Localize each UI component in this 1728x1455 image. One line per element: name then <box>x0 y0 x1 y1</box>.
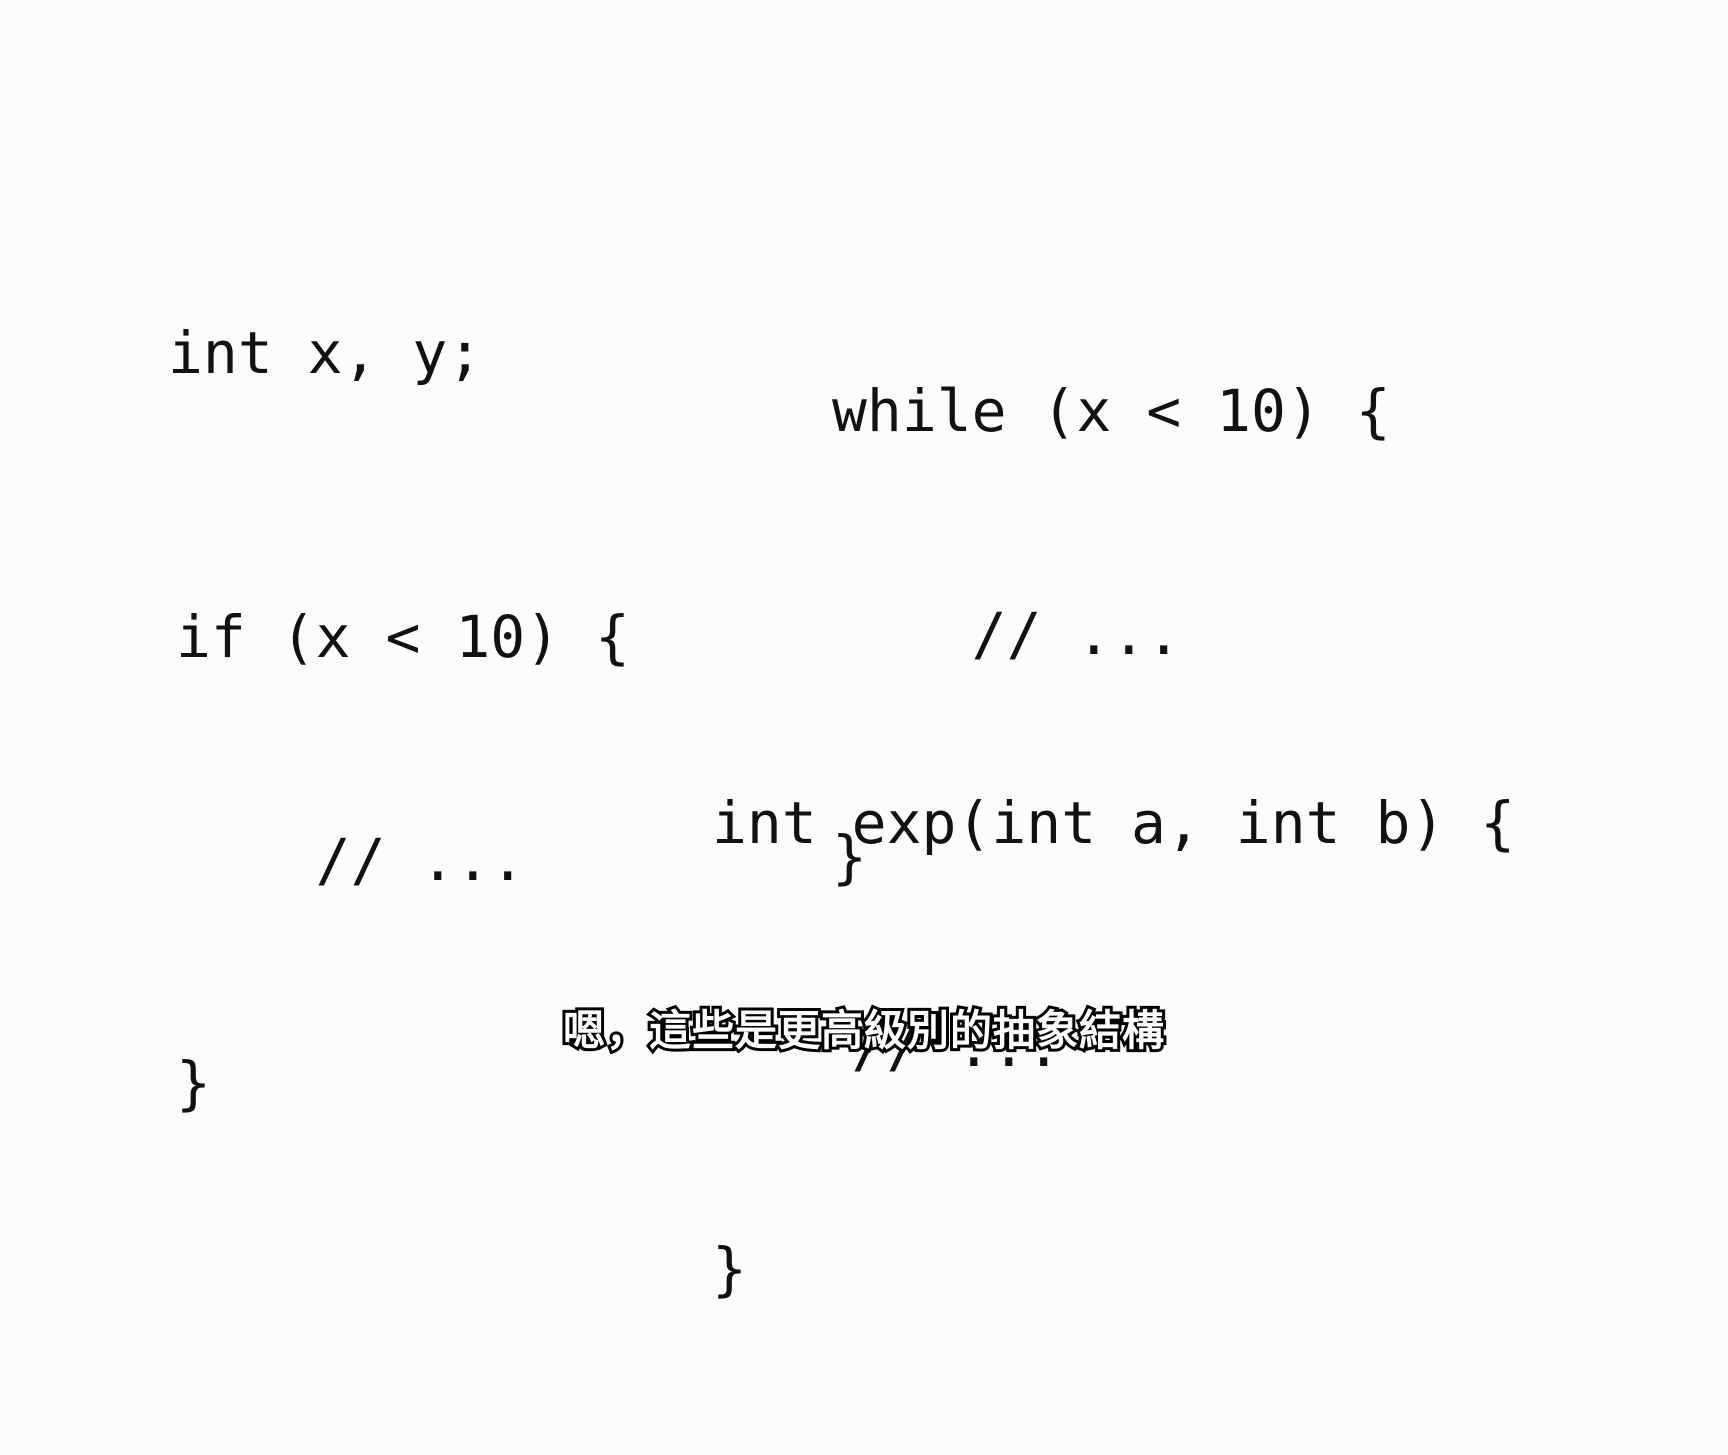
code-block-function-definition: int exp(int a, int b) { // ... } <box>712 638 1515 1455</box>
code-block-if-statement: if (x < 10) { // ... } <box>176 452 630 1269</box>
code-line: } <box>712 1234 747 1303</box>
slide-canvas: int x, y; while (x < 10) { // ... } if (… <box>0 0 1728 1303</box>
code-line: } <box>176 1048 211 1117</box>
code-line: // ... <box>712 1012 1062 1081</box>
code-line: // ... <box>176 826 526 895</box>
code-line: while (x < 10) { <box>832 377 1391 446</box>
code-line: int x, y; <box>168 319 483 388</box>
code-line: if (x < 10) { <box>176 603 630 672</box>
code-line: int exp(int a, int b) { <box>712 789 1516 858</box>
